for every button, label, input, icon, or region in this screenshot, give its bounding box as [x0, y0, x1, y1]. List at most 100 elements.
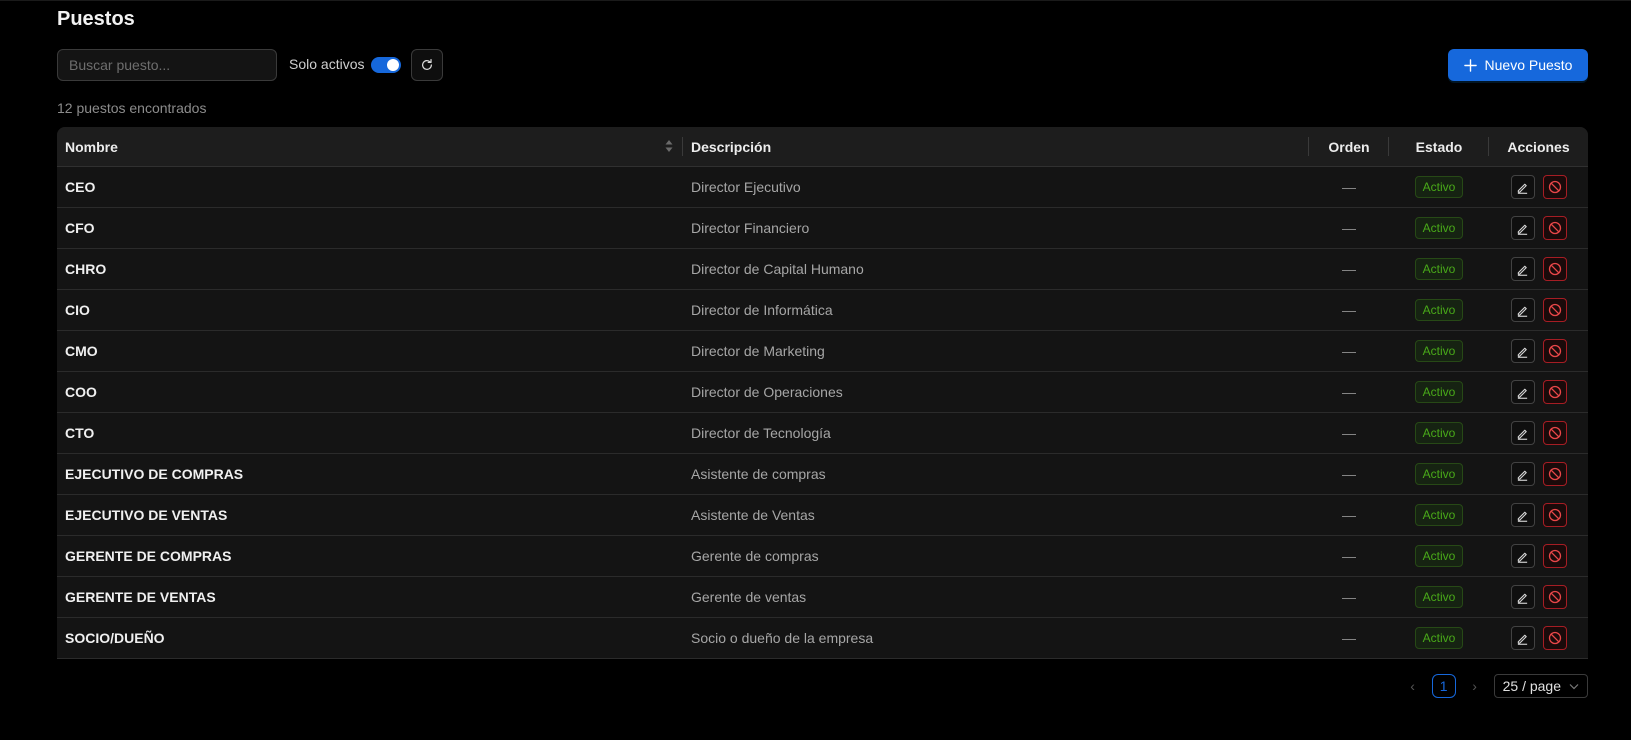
- refresh-button[interactable]: [411, 49, 443, 81]
- cell-nombre: CIO: [65, 302, 90, 318]
- cell-estado: Activo: [1389, 495, 1489, 535]
- chevron-right-icon[interactable]: ›: [1466, 678, 1484, 694]
- column-header-label: Acciones: [1507, 138, 1570, 155]
- disable-button[interactable]: [1542, 626, 1567, 650]
- column-header-label: Descripción: [691, 138, 772, 155]
- cell-estado: Activo: [1389, 372, 1489, 412]
- stop-icon: [1548, 549, 1562, 563]
- cell-orden: —: [1342, 179, 1356, 195]
- edit-icon: [1516, 468, 1529, 481]
- pagination: ‹ 1 › 25 / page: [1404, 674, 1588, 698]
- new-puesto-button[interactable]: Nuevo Puesto: [1448, 49, 1588, 81]
- cell-descripcion: Director de Marketing: [691, 343, 825, 359]
- disable-button[interactable]: [1542, 298, 1567, 322]
- edit-button[interactable]: [1510, 298, 1535, 322]
- cell-descripcion: Director de Informática: [691, 302, 833, 318]
- cell-acciones: [1489, 495, 1588, 535]
- cell-acciones: [1489, 536, 1588, 576]
- edit-button[interactable]: [1510, 626, 1535, 650]
- plus-icon: [1463, 58, 1477, 72]
- cell-nombre: CTO: [65, 425, 95, 441]
- cell-estado: Activo: [1389, 208, 1489, 248]
- table-row: EJECUTIVO DE VENTAS Asistente de Ventas — A…: [57, 495, 1588, 536]
- disable-button[interactable]: [1542, 585, 1567, 609]
- edit-button[interactable]: [1510, 462, 1535, 486]
- cell-descripcion: Gerente de compras: [691, 548, 819, 564]
- edit-button[interactable]: [1510, 216, 1535, 240]
- edit-icon: [1516, 427, 1529, 440]
- disable-button[interactable]: [1542, 462, 1567, 486]
- stop-icon: [1548, 180, 1562, 194]
- disable-button[interactable]: [1542, 175, 1567, 199]
- edit-button[interactable]: [1510, 380, 1535, 404]
- disable-button[interactable]: [1542, 544, 1567, 568]
- status-badge: Activo: [1414, 545, 1464, 567]
- top-border: [0, 0, 1631, 1]
- table-row: CHRO Director de Capital Humano — Activo: [57, 249, 1588, 290]
- toggle-knob: [387, 59, 399, 71]
- edit-button[interactable]: [1510, 503, 1535, 527]
- disable-button[interactable]: [1542, 380, 1567, 404]
- toolbar: Solo activos Nuevo Puesto: [57, 49, 1588, 81]
- cell-descripcion: Director Financiero: [691, 220, 810, 236]
- cell-nombre: CEO: [65, 179, 96, 195]
- refresh-icon: [422, 58, 432, 70]
- disable-button[interactable]: [1542, 503, 1567, 527]
- cell-descripcion: Director de Capital Humano: [691, 261, 864, 277]
- solo-activos-toggle[interactable]: [371, 57, 401, 73]
- edit-button[interactable]: [1510, 175, 1535, 199]
- cell-estado: Activo: [1389, 331, 1489, 371]
- disable-button[interactable]: [1542, 216, 1567, 240]
- page-size-select[interactable]: 25 / page: [1493, 674, 1588, 698]
- table-row: COO Director de Operaciones — Activo: [57, 372, 1588, 413]
- cell-orden: —: [1342, 466, 1356, 482]
- table-header: Nombre Descripción Orden Estado Acciones: [57, 127, 1588, 167]
- cell-estado: Activo: [1389, 249, 1489, 289]
- cell-descripcion: Director Ejecutivo: [691, 179, 801, 195]
- stop-icon: [1548, 385, 1562, 399]
- cell-nombre: EJECUTIVO DE COMPRAS: [65, 466, 244, 482]
- cell-estado: Activo: [1389, 167, 1489, 207]
- cell-orden: —: [1342, 630, 1356, 646]
- page-1-button[interactable]: 1: [1431, 674, 1456, 698]
- results-count: 12 puestos encontrados: [57, 100, 207, 116]
- column-header-label: Orden: [1328, 138, 1370, 155]
- stop-icon: [1548, 508, 1562, 522]
- disable-button[interactable]: [1542, 339, 1567, 363]
- status-badge: Activo: [1414, 217, 1464, 239]
- stop-icon: [1548, 467, 1562, 481]
- status-badge: Activo: [1414, 586, 1464, 608]
- cell-nombre: GERENTE DE COMPRAS: [65, 548, 232, 564]
- edit-button[interactable]: [1510, 339, 1535, 363]
- status-badge: Activo: [1414, 422, 1464, 444]
- stop-icon: [1548, 262, 1562, 276]
- disable-button[interactable]: [1542, 421, 1567, 445]
- edit-icon: [1516, 386, 1529, 399]
- edit-button[interactable]: [1510, 421, 1535, 445]
- stop-icon: [1548, 221, 1562, 235]
- cell-acciones: [1489, 372, 1588, 412]
- disable-button[interactable]: [1542, 257, 1567, 281]
- cell-orden: —: [1342, 220, 1356, 236]
- table-row: CTO Director de Tecnología — Activo: [57, 413, 1588, 454]
- edit-icon: [1516, 632, 1529, 645]
- column-header-nombre[interactable]: Nombre: [57, 127, 683, 166]
- cell-descripcion: Director de Operaciones: [691, 384, 843, 400]
- stop-icon: [1548, 631, 1562, 645]
- cell-descripcion: Director de Tecnología: [691, 425, 831, 441]
- table-body: CEO Director Ejecutivo — Activo CFO Director …: [57, 167, 1588, 659]
- edit-button[interactable]: [1510, 257, 1535, 281]
- cell-descripcion: Asistente de compras: [691, 466, 826, 482]
- edit-button[interactable]: [1510, 585, 1535, 609]
- table-row: CMO Director de Marketing — Activo: [57, 331, 1588, 372]
- stop-icon: [1548, 303, 1562, 317]
- column-header-acciones: Acciones: [1489, 127, 1588, 166]
- cell-acciones: [1489, 454, 1588, 494]
- cell-orden: —: [1342, 507, 1356, 523]
- chevron-down-icon: [1569, 684, 1579, 690]
- chevron-left-icon[interactable]: ‹: [1404, 678, 1422, 694]
- edit-button[interactable]: [1510, 544, 1535, 568]
- sort-icon[interactable]: [665, 139, 673, 153]
- cell-descripcion: Gerente de ventas: [691, 589, 807, 605]
- search-input[interactable]: [57, 49, 277, 81]
